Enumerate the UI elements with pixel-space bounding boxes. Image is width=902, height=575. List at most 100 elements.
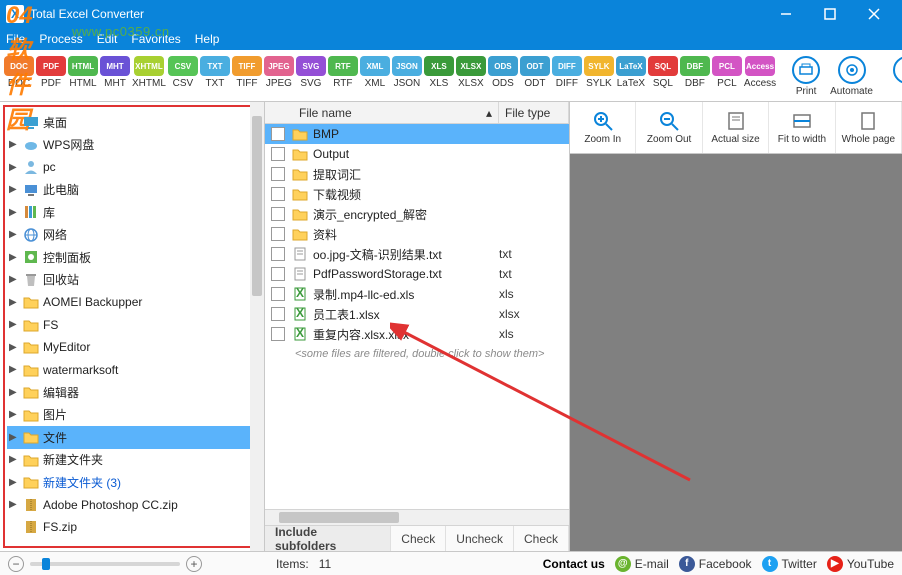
close-button[interactable] xyxy=(852,0,896,28)
expand-icon[interactable]: ▶ xyxy=(9,342,19,353)
format-ods[interactable]: ODSODS xyxy=(488,56,518,89)
maximize-button[interactable] xyxy=(808,0,852,28)
zoom-out-button[interactable]: Zoom Out xyxy=(636,102,702,153)
format-txt[interactable]: TXTTXT xyxy=(200,56,230,89)
tree-item[interactable]: ▶图片 xyxy=(7,404,257,427)
automate-button[interactable]: Automate xyxy=(826,56,877,97)
minimize-button[interactable] xyxy=(764,0,808,28)
tree-item[interactable]: FS.zip xyxy=(7,516,257,539)
format-diff[interactable]: DIFFDIFF xyxy=(552,56,582,89)
tree-item[interactable]: ▶pc xyxy=(7,156,257,179)
file-checkbox[interactable] xyxy=(271,127,285,141)
format-sylk[interactable]: SYLKSYLK xyxy=(584,56,614,89)
fit-width-button[interactable]: Fit to width xyxy=(769,102,835,153)
file-checkbox[interactable] xyxy=(271,187,285,201)
format-html[interactable]: HTMLHTML xyxy=(68,56,98,89)
tree-item[interactable]: ▶AOMEI Backupper xyxy=(7,291,257,314)
file-checkbox[interactable] xyxy=(271,227,285,241)
menu-process[interactable]: Process xyxy=(39,32,82,46)
expand-icon[interactable]: ▶ xyxy=(9,387,19,398)
register-button[interactable]: RR xyxy=(889,56,902,97)
menu-edit[interactable]: Edit xyxy=(97,32,118,46)
expand-icon[interactable]: ▶ xyxy=(9,432,19,443)
file-row[interactable]: Output xyxy=(265,144,569,164)
file-row[interactable]: oo.jpg-文稿-识别结果.txttxt xyxy=(265,244,569,264)
expand-icon[interactable]: ▶ xyxy=(9,274,19,285)
format-xml[interactable]: XMLXML xyxy=(360,56,390,89)
file-checkbox[interactable] xyxy=(271,307,285,321)
tree-item[interactable]: ▶控制面板 xyxy=(7,246,257,269)
expand-icon[interactable]: ▶ xyxy=(9,409,19,420)
format-doc[interactable]: DOCDOC xyxy=(4,56,34,89)
file-h-scrollbar[interactable] xyxy=(265,509,569,525)
tree-item[interactable]: ▶文件 xyxy=(7,426,257,449)
zoom-minus-button[interactable]: − xyxy=(8,556,24,572)
format-sql[interactable]: SQLSQL xyxy=(648,56,678,89)
format-svg[interactable]: SVGSVG xyxy=(296,56,326,89)
tab-check-filter[interactable]: Check xyxy=(514,526,569,551)
expand-icon[interactable]: ▶ xyxy=(9,454,19,465)
format-json[interactable]: JSONJSON xyxy=(392,56,422,89)
expand-icon[interactable]: ▶ xyxy=(9,297,19,308)
file-row[interactable]: 提取词汇 xyxy=(265,164,569,184)
tree-item[interactable]: ▶WPS网盘 xyxy=(7,134,257,157)
zoom-slider[interactable] xyxy=(30,562,180,566)
twitter-link[interactable]: tTwitter xyxy=(762,556,817,572)
expand-icon[interactable]: ▶ xyxy=(9,207,19,218)
actual-size-button[interactable]: Actual size xyxy=(703,102,769,153)
format-dbf[interactable]: DBFDBF xyxy=(680,56,710,89)
tree-item[interactable]: ▶MyEditor xyxy=(7,336,257,359)
format-latex[interactable]: LaTeXLaTeX xyxy=(616,56,646,89)
format-access[interactable]: AccessAccess xyxy=(744,56,776,89)
menu-file[interactable]: File xyxy=(6,32,25,46)
tree-item[interactable]: ▶FS xyxy=(7,314,257,337)
tree-item[interactable]: ▶新建文件夹 (3) xyxy=(7,471,257,494)
file-row[interactable]: 下载视频 xyxy=(265,184,569,204)
tree-item[interactable]: ▶此电脑 xyxy=(7,179,257,202)
format-pdf[interactable]: PDFPDF xyxy=(36,56,66,89)
expand-icon[interactable]: ▶ xyxy=(9,229,19,240)
file-row[interactable]: X录制.mp4-llc-ed.xlsxls xyxy=(265,284,569,304)
tree-item[interactable]: ▶watermarksoft xyxy=(7,359,257,382)
expand-icon[interactable]: ▶ xyxy=(9,184,19,195)
file-row[interactable]: X员工表1.xlsxxlsx xyxy=(265,304,569,324)
format-odt[interactable]: ODTODT xyxy=(520,56,550,89)
file-checkbox[interactable] xyxy=(271,267,285,281)
tree-item[interactable]: ▶Adobe Photoshop CC.zip xyxy=(7,494,257,517)
file-checkbox[interactable] xyxy=(271,167,285,181)
expand-icon[interactable]: ▶ xyxy=(9,319,19,330)
expand-icon[interactable]: ▶ xyxy=(9,477,19,488)
file-row[interactable]: BMP xyxy=(265,124,569,144)
tree-item[interactable]: 桌面 xyxy=(7,111,257,134)
format-xhtml[interactable]: XHTMLXHTML xyxy=(132,56,166,89)
expand-icon[interactable]: ▶ xyxy=(9,139,19,150)
tree-item[interactable]: ▶回收站 xyxy=(7,269,257,292)
expand-icon[interactable]: ▶ xyxy=(9,499,19,510)
facebook-link[interactable]: fFacebook xyxy=(679,556,752,572)
format-tiff[interactable]: TIFFTIFF xyxy=(232,56,262,89)
tree-item[interactable]: ▶编辑器 xyxy=(7,381,257,404)
expand-icon[interactable]: ▶ xyxy=(9,252,19,263)
email-link[interactable]: @E-mail xyxy=(615,556,669,572)
tab-include-subfolders[interactable]: Include subfolders xyxy=(265,526,391,551)
whole-page-button[interactable]: Whole page xyxy=(836,102,902,153)
tree-scrollbar[interactable] xyxy=(250,102,264,551)
zoom-plus-button[interactable]: + xyxy=(186,556,202,572)
format-xlsx[interactable]: XLSXXLSX xyxy=(456,56,486,89)
youtube-link[interactable]: ▶YouTube xyxy=(827,556,894,572)
file-checkbox[interactable] xyxy=(271,147,285,161)
expand-icon[interactable]: ▶ xyxy=(9,364,19,375)
file-row[interactable]: 演示_encrypted_解密 xyxy=(265,204,569,224)
filter-message[interactable]: <some files are filtered, double click t… xyxy=(265,344,569,360)
tree-item[interactable]: ▶新建文件夹 xyxy=(7,449,257,472)
file-row[interactable]: 资料 xyxy=(265,224,569,244)
menu-favorites[interactable]: Favorites xyxy=(131,32,180,46)
tree-item[interactable]: ▶库 xyxy=(7,201,257,224)
format-jpeg[interactable]: JPEGJPEG xyxy=(264,56,294,89)
column-file-name[interactable]: File name ▴ xyxy=(293,102,499,123)
file-checkbox[interactable] xyxy=(271,207,285,221)
file-row[interactable]: X重复内容.xlsx.xlsxxls xyxy=(265,324,569,344)
file-checkbox[interactable] xyxy=(271,247,285,261)
tab-uncheck[interactable]: Uncheck xyxy=(446,526,514,551)
expand-icon[interactable]: ▶ xyxy=(9,162,19,173)
